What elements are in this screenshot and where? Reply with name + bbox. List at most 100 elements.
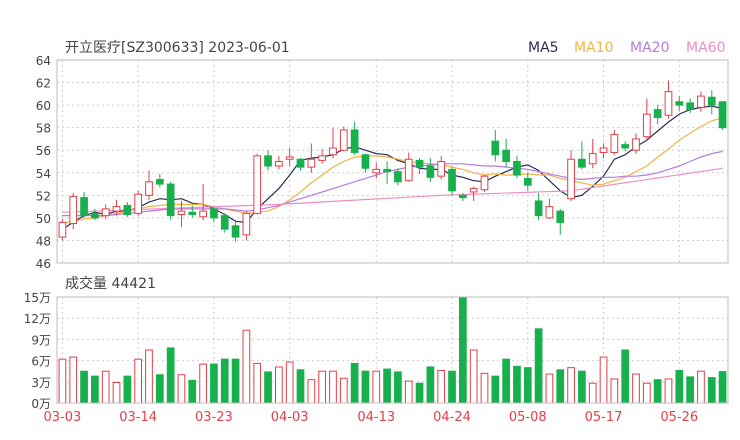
- candle-body: [653, 109, 662, 119]
- stock-chart-panel: 开立医疗[SZ300633] 2023-06-01 MA5 MA10 MA20 …: [0, 0, 740, 440]
- volume-bar: [567, 367, 575, 404]
- volume-bar: [177, 374, 186, 404]
- candle-body: [264, 155, 272, 167]
- candle-body: [675, 101, 684, 106]
- candle-body: [275, 161, 283, 167]
- date-tick-label: 05-26: [660, 410, 698, 425]
- candle-body: [307, 158, 316, 168]
- ma5-line: [62, 105, 723, 230]
- price-tick-label: 58: [36, 122, 51, 136]
- volume-bar: [513, 365, 521, 404]
- volume-bar: [383, 368, 391, 404]
- moving-average-lines: [62, 105, 723, 230]
- candle-body: [556, 210, 565, 223]
- volume-tick-label: 15万: [24, 291, 51, 305]
- candle-body: [112, 206, 121, 212]
- price-plot-frame: [56, 59, 729, 264]
- candle-body: [253, 155, 262, 214]
- date-tick-label: 03-03: [44, 410, 82, 425]
- volume-title: 成交量 44421: [65, 275, 156, 292]
- candle-body: [480, 175, 489, 191]
- price-tick-label: 56: [36, 144, 51, 158]
- price-tick-label: 64: [36, 54, 51, 68]
- date-tick-label: 05-17: [585, 410, 623, 425]
- volume-bar: [145, 349, 153, 404]
- volume-bar: [448, 370, 456, 404]
- volume-bar: [91, 375, 99, 404]
- volume-bar: [58, 358, 67, 404]
- candle-body: [210, 208, 218, 219]
- candle-body: [642, 113, 651, 138]
- volume-bar: [231, 358, 240, 404]
- volume-bar: [372, 370, 381, 404]
- candle-body: [394, 171, 402, 183]
- volume-bar: [686, 376, 694, 404]
- legend-ma60: MA60: [686, 40, 725, 56]
- volume-bar: [264, 371, 272, 404]
- volume-bar: [697, 370, 705, 404]
- candle-body: [664, 91, 673, 116]
- volume-bar: [307, 379, 316, 404]
- volume-bar: [339, 377, 348, 404]
- candle-body: [404, 158, 413, 182]
- candle-body: [491, 140, 500, 156]
- volume-bar: [361, 370, 370, 404]
- candle-body: [437, 161, 446, 177]
- candle-body: [534, 200, 543, 217]
- candle-body: [231, 225, 240, 238]
- candle-body: [123, 204, 132, 216]
- volume-bar: [220, 358, 229, 404]
- candle-body: [91, 212, 99, 219]
- volume-bar: [329, 370, 337, 404]
- candle-body: [69, 195, 78, 225]
- candle-body: [567, 158, 575, 200]
- volume-bar: [253, 362, 262, 404]
- candle-body: [188, 211, 197, 216]
- candle-body: [697, 95, 705, 108]
- candle-body: [718, 101, 727, 129]
- legend-ma5: MA5: [528, 40, 559, 56]
- volume-bar: [480, 372, 489, 404]
- candlestick-series: [58, 80, 727, 242]
- candle-body: [686, 102, 694, 111]
- volume-bar: [275, 366, 283, 404]
- candle-body: [372, 168, 381, 174]
- volume-bar: [415, 382, 424, 404]
- date-tick-label: 04-24: [433, 410, 471, 425]
- volume-bar: [534, 328, 543, 404]
- candle-body: [350, 129, 359, 153]
- candle-body: [610, 133, 619, 153]
- volume-bars: [58, 296, 727, 404]
- legend-ma10: MA10: [574, 40, 613, 56]
- candle-body: [361, 154, 370, 169]
- candle-body: [58, 221, 67, 238]
- price-tick-label: 54: [36, 167, 51, 181]
- volume-bar: [664, 378, 673, 404]
- candle-body: [621, 144, 630, 149]
- volume-tick-label: 3万: [31, 376, 51, 390]
- candle-body: [145, 181, 153, 196]
- candle-body: [318, 155, 327, 161]
- volume-bar: [491, 375, 500, 404]
- volume-bar: [675, 369, 684, 404]
- candle-body: [707, 96, 716, 106]
- volume-bar: [69, 356, 78, 404]
- volume-tick-label: 0万: [31, 397, 51, 411]
- date-tick-label: 03-14: [119, 410, 157, 425]
- volume-bar: [523, 367, 532, 404]
- volume-bar: [578, 370, 586, 404]
- volume-bar: [199, 363, 207, 404]
- candle-body: [523, 177, 532, 186]
- candle-body: [199, 210, 207, 218]
- volume-bar: [350, 362, 359, 404]
- legend-ma20: MA20: [630, 40, 669, 56]
- volume-tick-label: 12万: [24, 312, 51, 326]
- candle-body: [415, 159, 424, 168]
- volume-tick-label: 6万: [31, 355, 51, 369]
- candle-body: [296, 158, 305, 168]
- volume-bar: [394, 371, 402, 404]
- candle-body: [588, 153, 597, 165]
- candle-body: [329, 147, 337, 156]
- volume-bar: [469, 349, 478, 404]
- date-tick-label: 04-03: [271, 410, 309, 425]
